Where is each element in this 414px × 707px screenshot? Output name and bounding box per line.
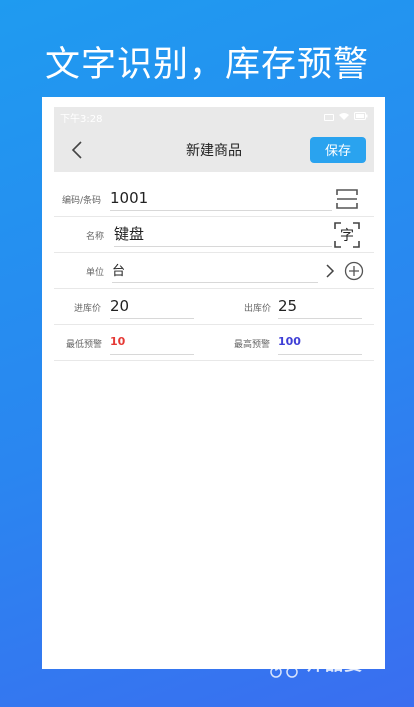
out-price-label: 出库价 bbox=[244, 304, 272, 314]
add-unit-button[interactable] bbox=[344, 261, 364, 281]
max-warning-field[interactable]: 100 bbox=[278, 329, 362, 355]
app-bar: 新建商品 保存 bbox=[54, 127, 374, 172]
wifi-icon bbox=[339, 112, 349, 123]
ocr-icon-text: 字 bbox=[340, 228, 354, 244]
watermark-logo-icon bbox=[262, 640, 302, 684]
in-price-value: 20 bbox=[110, 296, 130, 315]
scan-icon bbox=[336, 189, 358, 209]
min-warning-field[interactable]: 10 bbox=[110, 329, 194, 355]
name-row: 名称 键盘 字 bbox=[54, 217, 374, 253]
product-form: 编码/条码 1001 名称 键盘 字 单位 台 进库价 20 出库价 25 最低… bbox=[54, 181, 374, 361]
name-field[interactable]: 键盘 bbox=[114, 221, 332, 247]
price-row: 进库价 20 出库价 25 bbox=[54, 289, 374, 325]
battery-saver-icon bbox=[324, 113, 334, 121]
chevron-right-icon bbox=[326, 264, 335, 278]
name-label: 名称 bbox=[86, 232, 105, 242]
unit-row: 单位 台 bbox=[54, 253, 374, 289]
chevron-left-icon bbox=[71, 140, 82, 159]
code-row: 编码/条码 1001 bbox=[54, 181, 374, 217]
scan-barcode-button[interactable] bbox=[334, 187, 360, 211]
back-button[interactable] bbox=[66, 139, 88, 161]
unit-select-button[interactable] bbox=[324, 262, 336, 280]
plus-circle-icon bbox=[344, 261, 364, 281]
min-warning-label: 最低预警 bbox=[66, 340, 103, 350]
out-price-field[interactable]: 25 bbox=[278, 293, 362, 319]
status-icons bbox=[324, 111, 368, 123]
max-warning-value: 100 bbox=[278, 335, 301, 348]
phone-screen: 下午3:28 新建商品 保存 编码/条码 1001 名称 键盘 字 单位 台 进… bbox=[42, 97, 385, 669]
code-field[interactable]: 1001 bbox=[110, 185, 332, 211]
status-bar: 下午3:28 bbox=[54, 107, 374, 127]
save-button[interactable]: 保存 bbox=[310, 136, 366, 163]
in-price-label: 进库价 bbox=[74, 304, 102, 314]
unit-field[interactable]: 台 bbox=[112, 257, 318, 283]
out-price-value: 25 bbox=[278, 296, 298, 315]
name-value: 键盘 bbox=[114, 225, 145, 243]
max-warning-label: 最高预警 bbox=[234, 340, 271, 350]
unit-label: 单位 bbox=[86, 268, 105, 278]
in-price-field[interactable]: 20 bbox=[110, 293, 194, 319]
ocr-text-button[interactable]: 字 bbox=[334, 222, 360, 248]
status-time: 下午3:28 bbox=[60, 113, 103, 125]
promo-headline: 文字识别，库存预警 bbox=[44, 45, 369, 85]
battery-icon bbox=[354, 111, 368, 123]
warning-row: 最低预警 10 最高预警 100 bbox=[54, 325, 374, 361]
code-value: 1001 bbox=[110, 188, 149, 207]
code-label: 编码/条码 bbox=[62, 196, 102, 206]
unit-value: 台 bbox=[112, 264, 126, 279]
min-warning-value: 10 bbox=[110, 335, 126, 348]
watermark-text: 师品耍 bbox=[306, 654, 363, 675]
